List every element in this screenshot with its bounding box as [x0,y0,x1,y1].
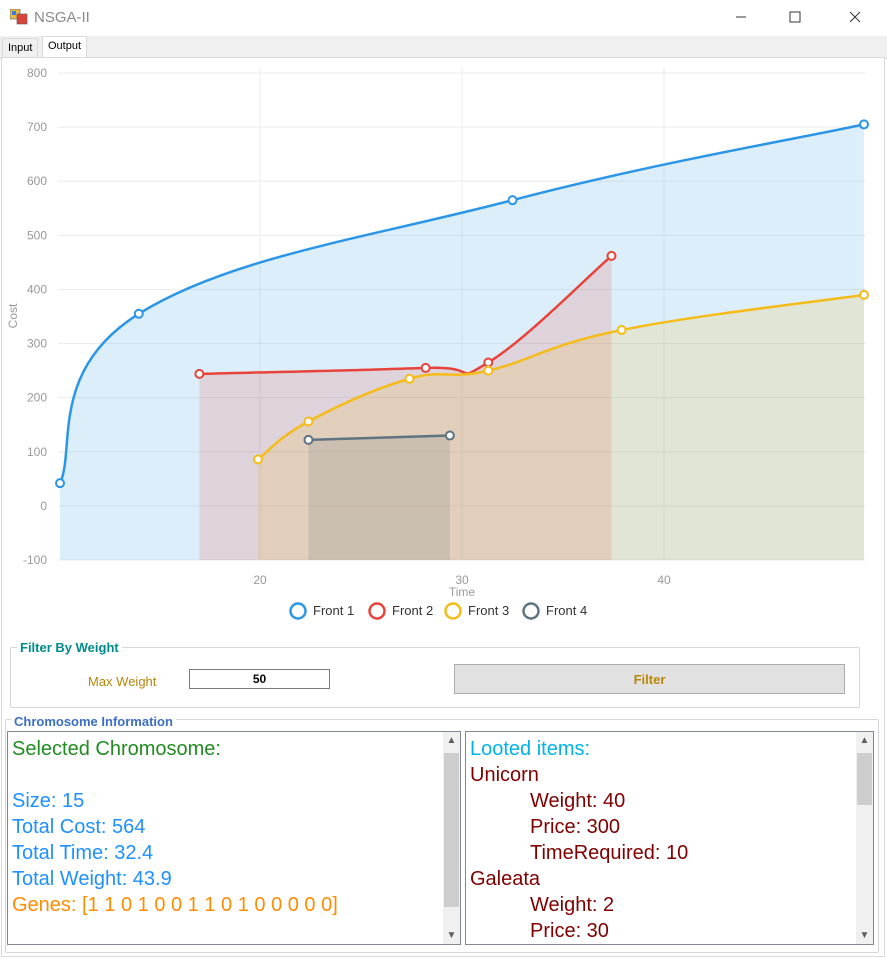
legend-item-3: Front 3 [444,602,509,620]
item-weight: Weight: 40 [530,790,626,812]
tab-input[interactable]: Input [2,38,39,57]
tab-output[interactable]: Output [42,36,88,58]
y-axis-label: Cost [6,303,20,328]
item-price: Price: 300 [530,816,621,838]
tab-strip: Input Output [0,36,887,59]
legend-item-1: Front 1 [289,602,354,620]
app-icon [10,9,28,25]
legend-marker [289,602,307,620]
legend-marker [368,602,386,620]
data-point [55,478,66,489]
legend-label: Front 2 [392,603,433,618]
item-time: TimeRequired: 10 [530,842,689,864]
looted-content: Looted items: Unicorn Weight: 40 Price: … [470,736,688,944]
scroll-thumb[interactable] [444,753,459,907]
selected-heading: Selected Chromosome: [12,738,221,760]
data-point [303,434,314,445]
y-tick-label: 500 [27,228,47,242]
data-point [404,373,415,384]
y-tick-label: 300 [27,337,47,351]
legend-marker [522,602,540,620]
data-point [194,368,205,379]
y-tick-label: 400 [27,282,47,296]
maximize-button[interactable] [766,0,824,34]
selected-chromosome-textbox[interactable]: Selected Chromosome: Size: 15 Total Cost… [7,731,461,945]
filter-group-title: Filter By Weight [17,640,122,655]
looted-items-textbox[interactable]: Looted items: Unicorn Weight: 40 Price: … [465,731,874,945]
legend-item-4: Front 4 [522,602,587,620]
minimize-icon [736,16,746,18]
chart-legend: Front 1 Front 2 Front 3 Front 4 [289,602,587,620]
scroll-up-icon[interactable]: ▲ [856,732,873,749]
window-title: NSGA-II [34,9,90,26]
legend-marker [444,602,462,620]
title-bar: NSGA-II [0,0,887,36]
scroll-thumb[interactable] [857,753,872,805]
looted-heading: Looted items: [470,738,591,760]
data-point [616,325,627,336]
close-icon [849,11,861,23]
genes-line: Genes: [1 1 0 1 0 0 1 1 0 1 0 0 0 0 0] [12,894,338,916]
series-area-4 [308,435,450,560]
looted-scrollbar[interactable]: ▲ ▼ [856,732,873,944]
y-tick-label: 600 [27,174,47,188]
y-tick-label: -100 [23,553,47,567]
y-tick-label: 0 [40,499,47,513]
x-tick-label: 20 [253,573,267,587]
pareto-chart: 8007006005004003002001000-10020 30 40 Time… [6,66,869,620]
filter-button[interactable]: Filter [454,664,845,694]
data-point [858,289,869,300]
item-weight: Weight: 2 [530,894,615,916]
data-point [606,250,617,261]
data-point [303,416,314,427]
item-price: Price: 30 [530,920,609,942]
data-point [507,195,518,206]
y-tick-label: 800 [27,66,47,80]
data-point [483,357,494,368]
maximize-icon [789,11,801,23]
scroll-down-icon[interactable]: ▼ [856,927,873,944]
chromosome-group-title: Chromosome Information [11,714,176,729]
close-button[interactable] [826,0,884,34]
size-line: Size: 15 [12,790,85,812]
data-point [420,362,431,373]
legend-label: Front 4 [546,603,587,618]
data-point [444,430,455,441]
item-name: Galeata [470,868,541,890]
x-axis-label: Time [449,585,476,599]
chromosome-content: Selected Chromosome: Size: 15 Total Cost… [12,736,338,918]
legend-label: Front 1 [313,603,354,618]
x-tick-label: 40 [657,573,671,587]
max-weight-label: Max Weight [88,674,157,689]
minimize-button[interactable] [712,0,770,34]
legend-label: Front 3 [468,603,509,618]
data-point [483,365,494,376]
legend-item-2: Front 2 [368,602,433,620]
data-point [252,454,263,465]
y-tick-label: 200 [27,391,47,405]
total-cost-line: Total Cost: 564 [12,816,146,838]
scroll-down-icon[interactable]: ▼ [443,927,460,944]
y-tick-label: 100 [27,445,47,459]
total-time-line: Total Time: 32.4 [12,842,154,864]
y-tick-label: 700 [27,120,47,134]
scroll-up-icon[interactable]: ▲ [443,732,460,749]
data-point [858,119,869,130]
total-weight-line: Total Weight: 43.9 [12,868,172,890]
max-weight-input[interactable]: 50 [189,669,330,689]
chromosome-scrollbar[interactable]: ▲ ▼ [443,732,460,944]
data-point [133,308,144,319]
item-name: Unicorn [470,764,539,786]
filter-groupbox: Filter By Weight Max Weight 50 Filter [10,640,860,708]
